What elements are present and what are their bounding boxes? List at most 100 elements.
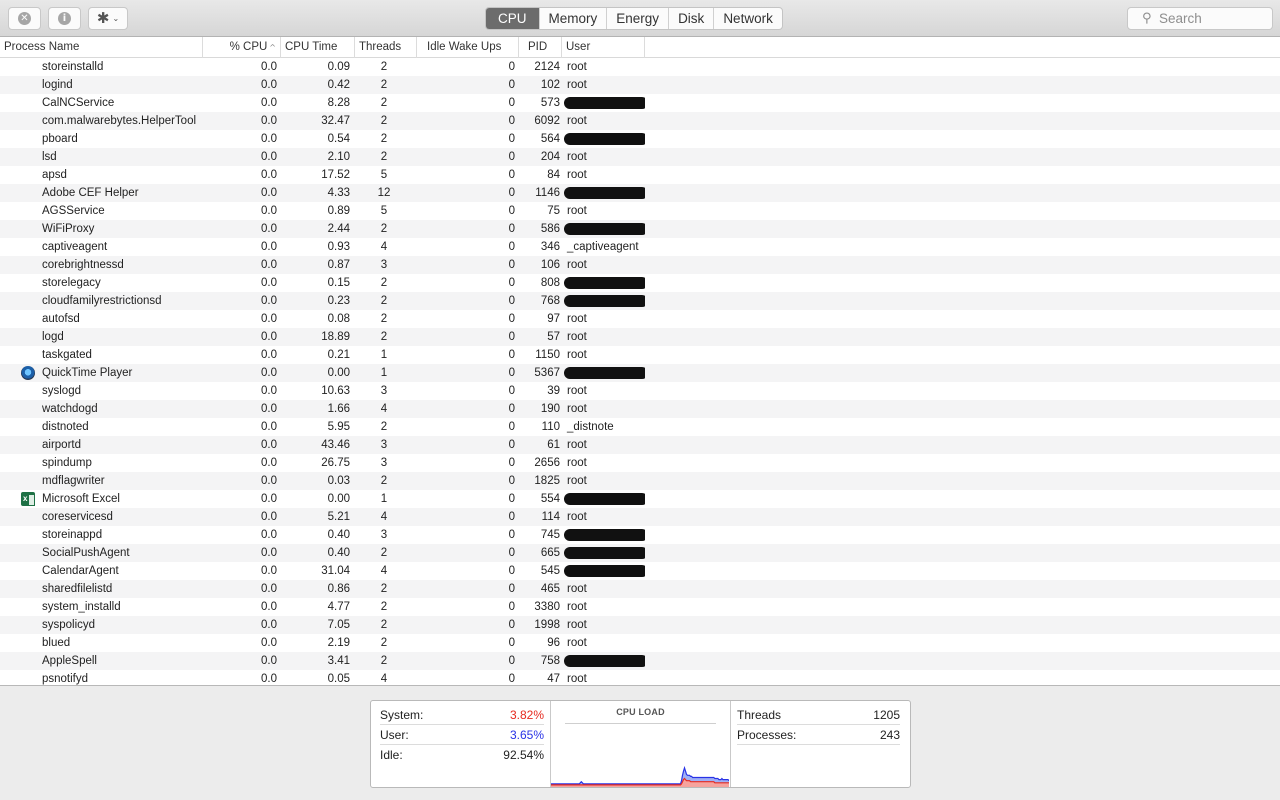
- table-row[interactable]: AppleSpell 0.0 3.41 2 0 758: [0, 652, 1280, 670]
- table-row[interactable]: cloudfamilyrestrictionsd 0.0 0.23 2 0 768: [0, 292, 1280, 310]
- cell-pid: 97: [547, 313, 560, 325]
- cell-pid: 586: [540, 223, 560, 235]
- column-cpu-time[interactable]: CPU Time: [281, 37, 355, 58]
- table-row[interactable]: x Microsoft Excel 0.0 0.00 1 0 554: [0, 490, 1280, 508]
- table-row[interactable]: captiveagent 0.0 0.93 4 0 346 _captiveagent: [0, 238, 1280, 256]
- cell-pid: 1150: [535, 349, 560, 361]
- table-row[interactable]: WiFiProxy 0.0 2.44 2 0 586: [0, 220, 1280, 238]
- table-row[interactable]: storeinstalld 0.0 0.09 2 0 2124 root: [0, 58, 1280, 76]
- cell-cpu-time: 0.40: [327, 529, 350, 541]
- cell-user: [562, 526, 645, 544]
- column-process-name[interactable]: Process Name: [0, 37, 203, 58]
- cell-threads: 5: [380, 205, 388, 217]
- cell-user-text: root: [567, 205, 587, 217]
- table-row[interactable]: Adobe CEF Helper 0.0 4.33 12 0 1146: [0, 184, 1280, 202]
- column-threads[interactable]: Threads: [355, 37, 417, 58]
- cell-cpu-time: 0.23: [327, 295, 350, 307]
- cell-cpu-time: 0.03: [327, 475, 350, 487]
- cell-user: root: [562, 598, 645, 616]
- column-idle-wake-ups[interactable]: Idle Wake Ups: [417, 37, 519, 58]
- cell-user-text: root: [567, 637, 587, 649]
- cell-user: [562, 130, 645, 148]
- process-name: logind: [42, 79, 73, 91]
- table-row[interactable]: QuickTime Player 0.0 0.00 1 0 5367: [0, 364, 1280, 382]
- cell-pid: 573: [540, 97, 560, 109]
- column-pid[interactable]: PID: [519, 37, 562, 58]
- table-row[interactable]: blued 0.0 2.19 2 0 96 root: [0, 634, 1280, 652]
- table-row[interactable]: psnotifyd 0.0 0.05 4 0 47 root: [0, 670, 1280, 685]
- table-row[interactable]: apsd 0.0 17.52 5 0 84 root: [0, 166, 1280, 184]
- table-row[interactable]: system_installd 0.0 4.77 2 0 3380 root: [0, 598, 1280, 616]
- tab-disk[interactable]: Disk: [668, 8, 713, 29]
- process-name: captiveagent: [42, 241, 108, 253]
- table-row[interactable]: autofsd 0.0 0.08 2 0 97 root: [0, 310, 1280, 328]
- tab-network[interactable]: Network: [713, 8, 782, 29]
- tab-cpu[interactable]: CPU: [486, 8, 539, 29]
- table-row[interactable]: SocialPushAgent 0.0 0.40 2 0 665: [0, 544, 1280, 562]
- cell-user-text: root: [567, 601, 587, 613]
- process-name: watchdogd: [42, 403, 98, 415]
- cell-user-text: root: [567, 115, 587, 127]
- cell-user: root: [562, 436, 645, 454]
- process-name: apsd: [42, 169, 67, 181]
- cell-idle-wake-ups: 0: [508, 439, 515, 451]
- cell-pid: 545: [540, 565, 560, 577]
- cell-threads: 4: [380, 241, 388, 253]
- gear-icon: ✱: [96, 9, 110, 27]
- process-name: lsd: [42, 151, 57, 163]
- cell-pid: 554: [540, 493, 560, 505]
- cell-user: root: [562, 580, 645, 598]
- table-row[interactable]: syslogd 0.0 10.63 3 0 39 root: [0, 382, 1280, 400]
- tab-memory[interactable]: Memory: [538, 8, 607, 29]
- process-name: cloudfamilyrestrictionsd: [42, 295, 162, 307]
- cell-user: root: [562, 166, 645, 184]
- cell-cpu-time: 32.47: [321, 115, 350, 127]
- table-row[interactable]: corebrightnessd 0.0 0.87 3 0 106 root: [0, 256, 1280, 274]
- table-row[interactable]: distnoted 0.0 5.95 2 0 110 _distnote: [0, 418, 1280, 436]
- cell-process-name: spindump: [0, 454, 203, 472]
- table-row[interactable]: logd 0.0 18.89 2 0 57 root: [0, 328, 1280, 346]
- table-row[interactable]: pboard 0.0 0.54 2 0 564: [0, 130, 1280, 148]
- table-row[interactable]: coreservicesd 0.0 5.21 4 0 114 root: [0, 508, 1280, 526]
- redacted-user: [564, 294, 645, 307]
- cell-cpu-time: 0.21: [327, 349, 350, 361]
- stop-process-button[interactable]: ✕: [8, 7, 41, 30]
- cell-idle-wake-ups: 0: [508, 511, 515, 523]
- table-row[interactable]: syspolicyd 0.0 7.05 2 0 1998 root: [0, 616, 1280, 634]
- cell-cpu-percent: 0.0: [261, 277, 277, 289]
- cell-process-name: storelegacy: [0, 274, 203, 292]
- cell-process-name: storeinappd: [0, 526, 203, 544]
- column-user[interactable]: User: [562, 37, 645, 58]
- stat-system-label: System:: [380, 708, 424, 722]
- inspect-process-button[interactable]: i: [48, 7, 81, 30]
- process-name: AppleSpell: [42, 655, 97, 667]
- actions-menu-button[interactable]: ✱ ⌄: [88, 7, 128, 30]
- table-row[interactable]: mdflagwriter 0.0 0.03 2 0 1825 root: [0, 472, 1280, 490]
- cell-cpu-time: 0.08: [327, 313, 350, 325]
- table-row[interactable]: watchdogd 0.0 1.66 4 0 190 root: [0, 400, 1280, 418]
- table-row[interactable]: storelegacy 0.0 0.15 2 0 808: [0, 274, 1280, 292]
- table-row[interactable]: com.malwarebytes.HelperTool 0.0 32.47 2 0 609…: [0, 112, 1280, 130]
- table-row[interactable]: CalNCService 0.0 8.28 2 0 573: [0, 94, 1280, 112]
- table-row[interactable]: sharedfilelistd 0.0 0.86 2 0 465 root: [0, 580, 1280, 598]
- cell-user: [562, 652, 645, 670]
- table-row[interactable]: spindump 0.0 26.75 3 0 2656 root: [0, 454, 1280, 472]
- table-row[interactable]: taskgated 0.0 0.21 1 0 1150 root: [0, 346, 1280, 364]
- table-row[interactable]: storeinappd 0.0 0.40 3 0 745: [0, 526, 1280, 544]
- cell-cpu-percent: 0.0: [261, 529, 277, 541]
- table-row[interactable]: CalendarAgent 0.0 31.04 4 0 545: [0, 562, 1280, 580]
- cell-idle-wake-ups: 0: [508, 205, 515, 217]
- table-row[interactable]: airportd 0.0 43.46 3 0 61 root: [0, 436, 1280, 454]
- cell-idle-wake-ups: 0: [508, 79, 515, 91]
- table-row[interactable]: lsd 0.0 2.10 2 0 204 root: [0, 148, 1280, 166]
- cell-user: [562, 364, 645, 382]
- tab-energy[interactable]: Energy: [606, 8, 668, 29]
- column-cpu-percent[interactable]: % CPU ^: [203, 37, 281, 58]
- search-input[interactable]: ⚲ Search: [1127, 7, 1273, 30]
- table-row[interactable]: logind 0.0 0.42 2 0 102 root: [0, 76, 1280, 94]
- cell-user: root: [562, 382, 645, 400]
- close-icon: ✕: [18, 12, 31, 25]
- table-row[interactable]: AGSService 0.0 0.89 5 0 75 root: [0, 202, 1280, 220]
- cell-idle-wake-ups: 0: [508, 619, 515, 631]
- cell-threads: 4: [380, 511, 388, 523]
